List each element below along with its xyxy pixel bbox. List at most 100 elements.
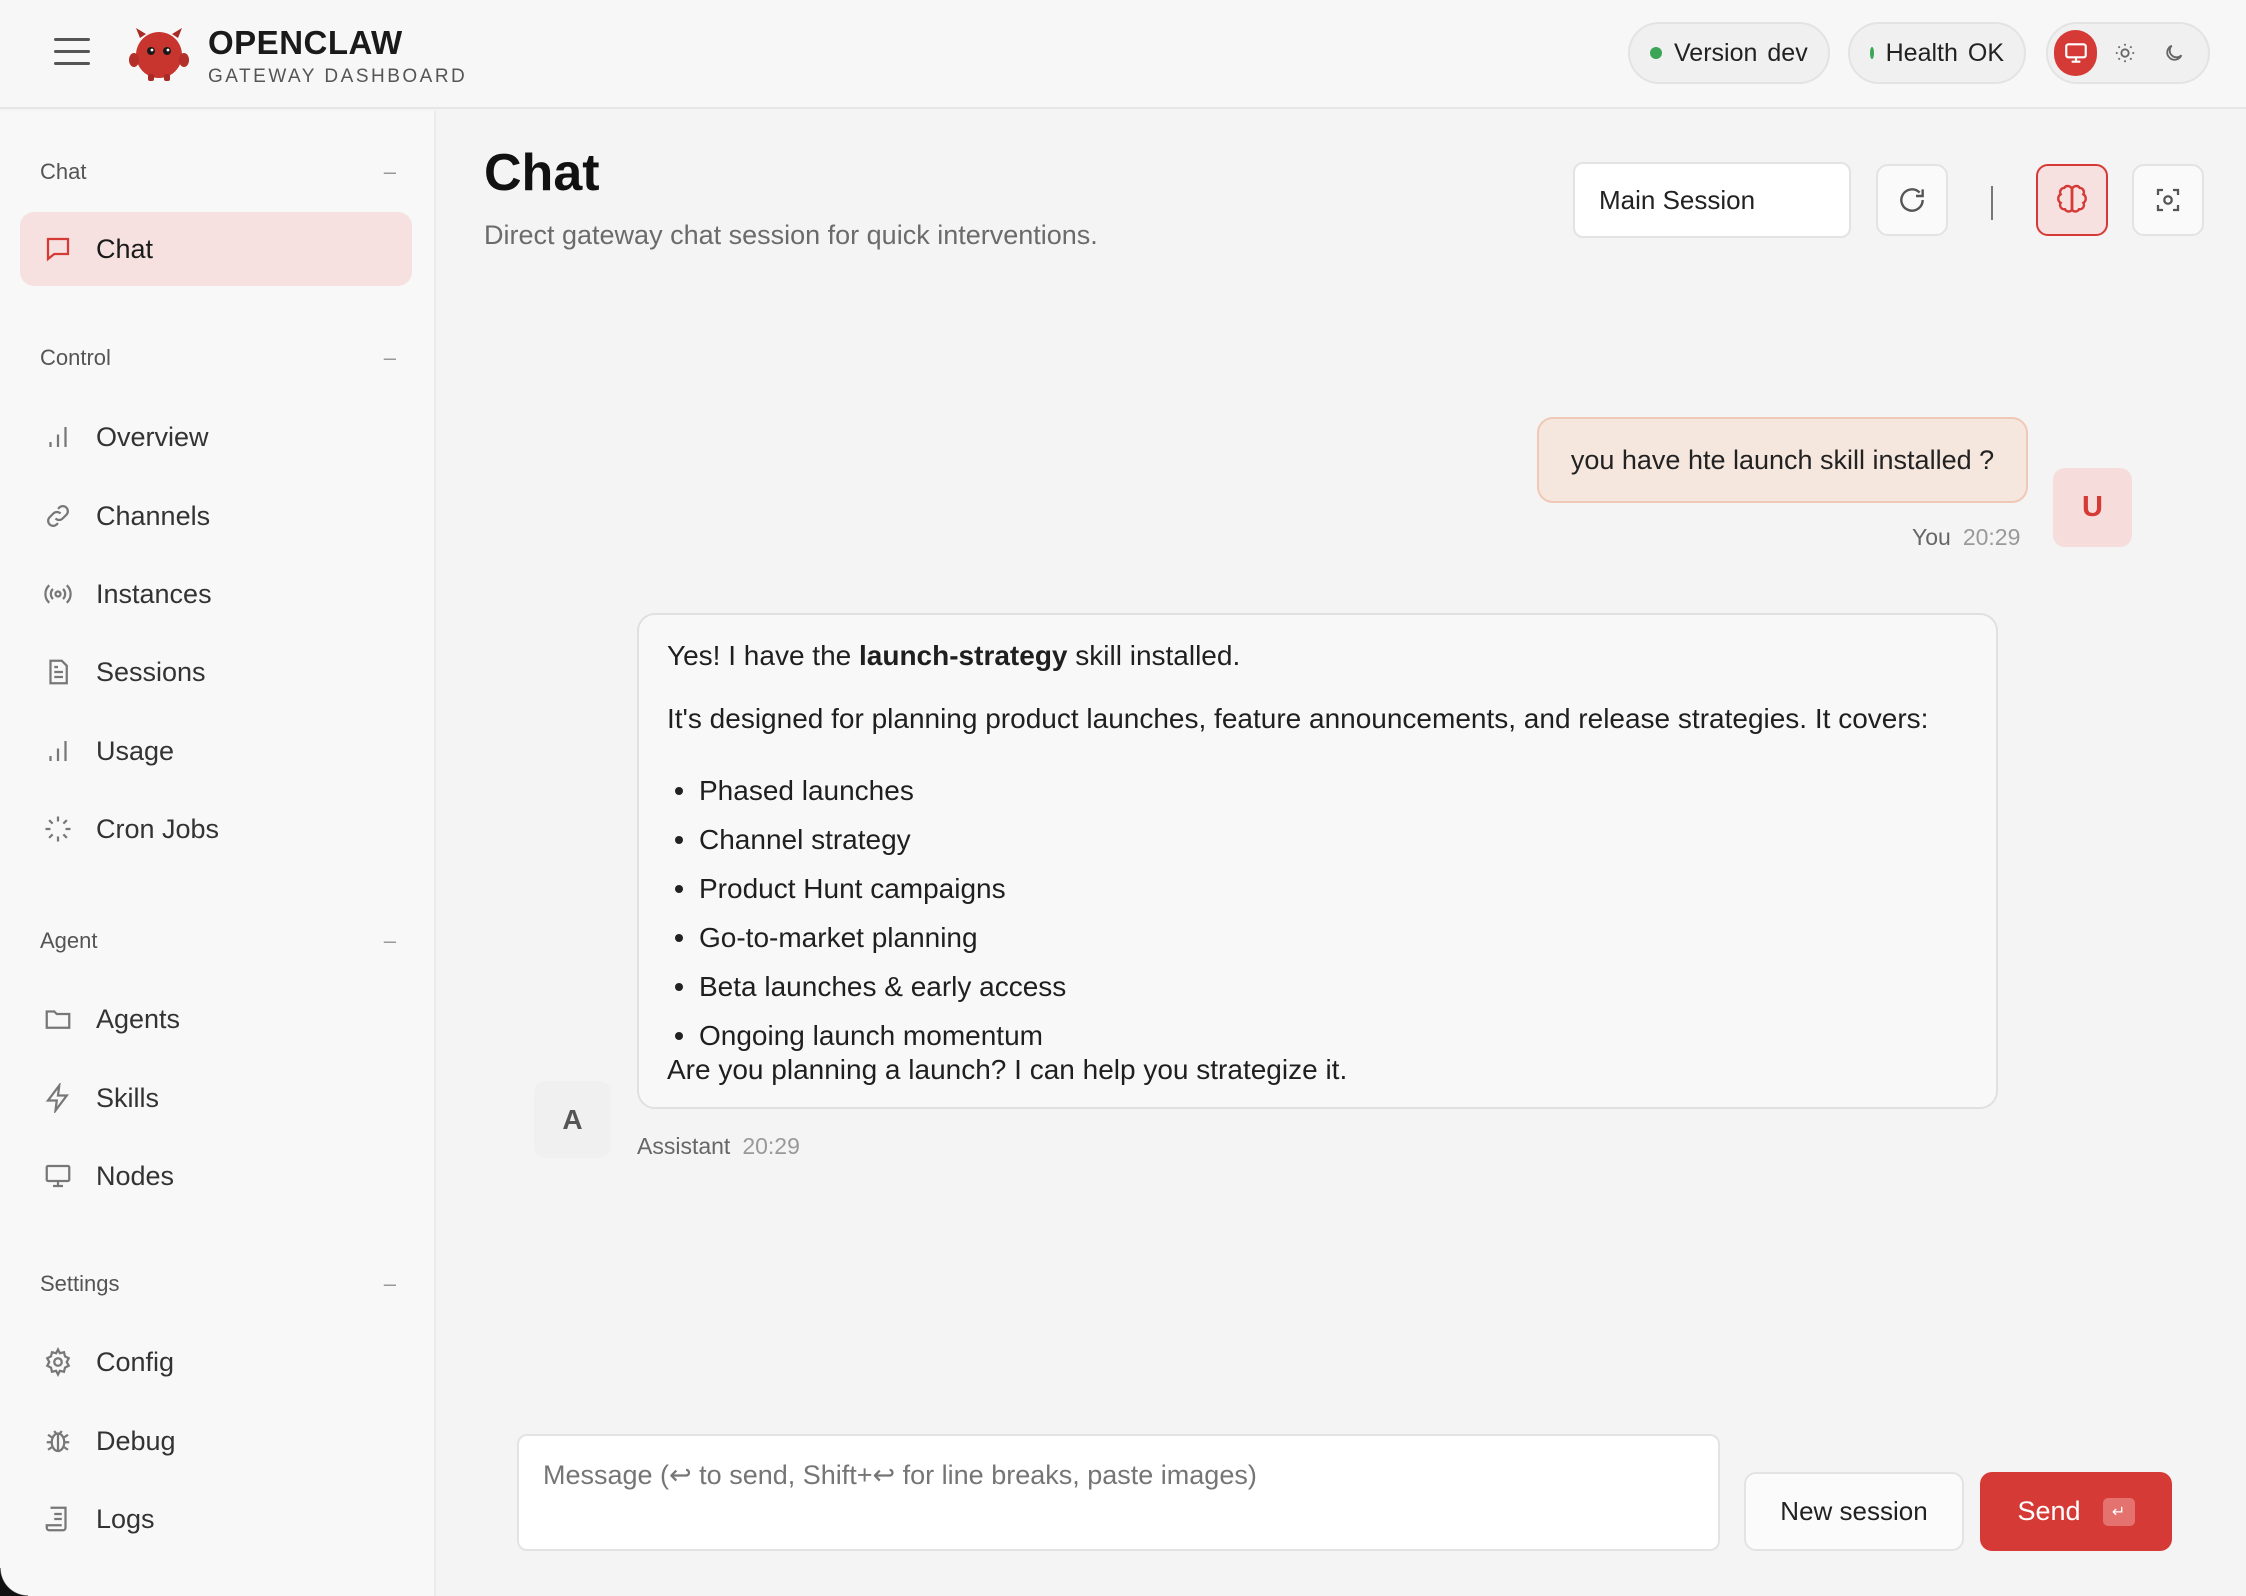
message-author: Assistant: [637, 1133, 731, 1159]
lightning-icon: [42, 1082, 74, 1114]
send-button[interactable]: Send ↵: [1980, 1472, 2172, 1551]
section-header-agent[interactable]: Agent –: [40, 928, 396, 954]
sidebar-item-config[interactable]: Config: [20, 1325, 412, 1399]
collapse-icon[interactable]: –: [384, 928, 396, 954]
status-dot-icon: [1870, 47, 1874, 59]
assistant-closing: Are you planning a launch? I can help yo…: [667, 1054, 1348, 1085]
focus-icon: [2156, 188, 2180, 212]
toolbar-separator: [1991, 186, 1993, 220]
sidebar-item-channels[interactable]: Channels: [20, 479, 412, 553]
sidebar-item-label: Skills: [96, 1082, 160, 1113]
brand-subtitle: GATEWAY DASHBOARD: [208, 66, 468, 87]
collapse-icon[interactable]: –: [384, 345, 396, 371]
collapse-icon[interactable]: –: [384, 159, 396, 185]
sidebar-item-debug[interactable]: Debug: [20, 1404, 412, 1478]
list-item: Product Hunt campaigns: [667, 864, 1066, 913]
focus-mode-button[interactable]: [2132, 164, 2204, 236]
section-label: Agent: [40, 928, 98, 953]
sidebar-item-label: Logs: [96, 1503, 155, 1534]
user-message-meta: You 20:29: [1912, 524, 2020, 551]
theme-dark-button[interactable]: [2153, 30, 2196, 76]
message-time: 20:29: [742, 1133, 800, 1159]
chat-bubble-icon: [42, 233, 74, 265]
sidebar-item-label: Config: [96, 1346, 175, 1377]
message-author: You: [1912, 524, 1951, 550]
sidebar-item-logs[interactable]: Logs: [20, 1482, 412, 1556]
menu-icon[interactable]: [54, 38, 90, 66]
broadcast-icon: [42, 578, 74, 610]
section-label: Settings: [40, 1271, 120, 1296]
sidebar-item-nodes[interactable]: Nodes: [20, 1139, 412, 1213]
user-message-bubble: you have hte launch skill installed ?: [1537, 417, 2028, 503]
sidebar-item-cron-jobs[interactable]: Cron Jobs: [20, 792, 412, 866]
sidebar-item-label: Chat: [96, 233, 154, 264]
page-title: Chat: [484, 144, 600, 202]
sidebar-item-label: Nodes: [96, 1160, 175, 1191]
brain-icon: [2057, 184, 2087, 213]
sidebar-item-chat[interactable]: Chat: [20, 212, 412, 286]
intro-text: Yes! I have the: [667, 640, 859, 671]
sidebar: Chat – Chat Control – Overview Channels: [0, 111, 436, 1596]
section-label: Control: [40, 345, 111, 370]
sidebar-item-instances[interactable]: Instances: [20, 557, 412, 631]
window-corner: [0, 1568, 28, 1596]
sidebar-item-label: Debug: [96, 1425, 176, 1456]
health-value: OK: [1967, 38, 2004, 67]
refresh-button[interactable]: [1876, 164, 1948, 236]
theme-system-button[interactable]: [2054, 30, 2098, 76]
thinking-toggle-button[interactable]: [2036, 164, 2108, 236]
health-badge: Health OK: [1848, 22, 2026, 84]
sidebar-item-label: Sessions: [96, 656, 206, 687]
top-bar: OPENCLAW GATEWAY DASHBOARD Version dev H…: [0, 0, 2246, 109]
user-avatar: U: [2053, 468, 2132, 547]
openclaw-logo: [129, 28, 189, 81]
message-input[interactable]: [517, 1434, 1720, 1551]
brand-name: OPENCLAW: [208, 24, 403, 61]
list-item: Go-to-market planning: [667, 913, 1066, 962]
collapse-icon[interactable]: –: [384, 1271, 396, 1297]
section-header-control[interactable]: Control –: [40, 345, 396, 371]
session-select[interactable]: Main Session: [1573, 162, 1851, 238]
theme-switcher: [2046, 22, 2210, 84]
sidebar-item-sessions[interactable]: Sessions: [20, 635, 412, 709]
sidebar-item-label: Overview: [96, 421, 209, 452]
new-session-button[interactable]: New session: [1744, 1472, 1964, 1551]
page-subtitle: Direct gateway chat session for quick in…: [484, 220, 1098, 250]
gear-icon: [42, 1346, 74, 1378]
brand: OPENCLAW GATEWAY DASHBOARD: [208, 24, 467, 88]
link-icon: [42, 500, 74, 532]
intro-text: skill installed.: [1067, 640, 1241, 671]
sidebar-item-usage[interactable]: Usage: [20, 714, 412, 788]
version-badge: Version dev: [1628, 22, 1830, 84]
sidebar-item-label: Usage: [96, 735, 175, 766]
list-item: Beta launches & early access: [667, 962, 1066, 1011]
sidebar-item-skills[interactable]: Skills: [20, 1061, 412, 1135]
version-label: Version: [1674, 38, 1758, 67]
sidebar-item-overview[interactable]: Overview: [20, 400, 412, 474]
monitor-icon: [2064, 43, 2087, 63]
bar-chart-icon: [42, 421, 74, 453]
document-icon: [42, 656, 74, 688]
section-label: Chat: [40, 159, 87, 184]
assistant-paragraph: It's designed for planning product launc…: [667, 703, 1929, 734]
enter-key-icon: ↵: [2102, 1497, 2135, 1526]
bug-icon: [42, 1425, 74, 1457]
sidebar-item-label: Channels: [96, 500, 211, 531]
message-time: 20:29: [1962, 524, 2021, 550]
assistant-intro: Yes! I have the launch-strategy skill in…: [667, 642, 1240, 670]
sidebar-item-label: Cron Jobs: [96, 813, 220, 844]
monitor-icon: [42, 1160, 74, 1192]
section-header-settings[interactable]: Settings –: [40, 1271, 396, 1297]
list-item: Channel strategy: [667, 815, 1066, 864]
sidebar-item-label: Instances: [96, 578, 212, 609]
theme-light-button[interactable]: [2103, 30, 2146, 76]
list-item: Ongoing launch momentum: [667, 1011, 1066, 1060]
assistant-bullet-list: Phased launches Channel strategy Product…: [667, 766, 1066, 1060]
refresh-icon: [1900, 188, 1924, 212]
moon-icon: [2166, 44, 2183, 61]
app-window: OPENCLAW GATEWAY DASHBOARD Version dev H…: [0, 0, 2246, 1596]
sidebar-item-agents[interactable]: Agents: [20, 982, 412, 1056]
section-header-chat[interactable]: Chat –: [40, 159, 396, 185]
status-dot-icon: [1650, 47, 1662, 59]
scroll-icon: [42, 1503, 74, 1535]
